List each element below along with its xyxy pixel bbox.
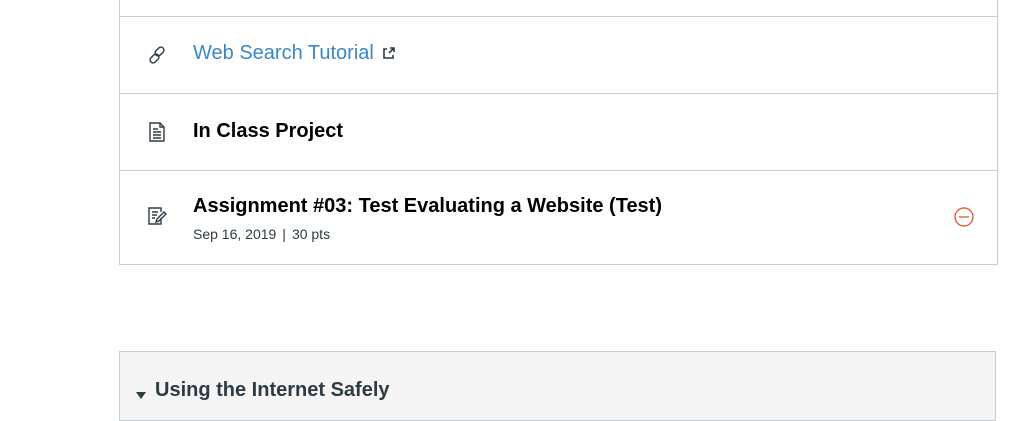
caret-down-icon[interactable] [136, 387, 146, 399]
item-title-link[interactable]: Assignment #03: Test Evaluating a Websit… [193, 195, 662, 218]
details-separator: | [282, 226, 286, 242]
points: 30 pts [291, 226, 331, 242]
module-title[interactable]: Using the Internet Safely [155, 379, 390, 402]
item-title-text[interactable]: Web Search Tutorial [193, 42, 374, 64]
item-title-link[interactable]: Web Search Tutorial [193, 42, 396, 65]
unpublished-icon[interactable] [953, 206, 975, 228]
link-icon [146, 44, 168, 66]
page-icon [146, 121, 168, 143]
module-item-assignment-03[interactable]: Assignment #03: Test Evaluating a Websit… [120, 170, 997, 264]
item-details: Sep 16, 2019 | 30 pts [193, 226, 330, 242]
due-date: Sep 16, 2019 [193, 226, 277, 242]
previous-item-row [120, 0, 997, 16]
module-item-web-search-tutorial[interactable]: Web Search Tutorial [120, 16, 997, 93]
item-title-link[interactable]: In Class Project [193, 120, 343, 143]
external-link-icon [382, 43, 396, 59]
module-items-list: Web Search Tutorial In Class Project Ass… [119, 0, 998, 265]
quiz-icon [146, 205, 168, 227]
module-item-in-class-project[interactable]: In Class Project [120, 93, 997, 170]
module-header-using-the-internet-safely[interactable]: Using the Internet Safely [119, 351, 996, 421]
